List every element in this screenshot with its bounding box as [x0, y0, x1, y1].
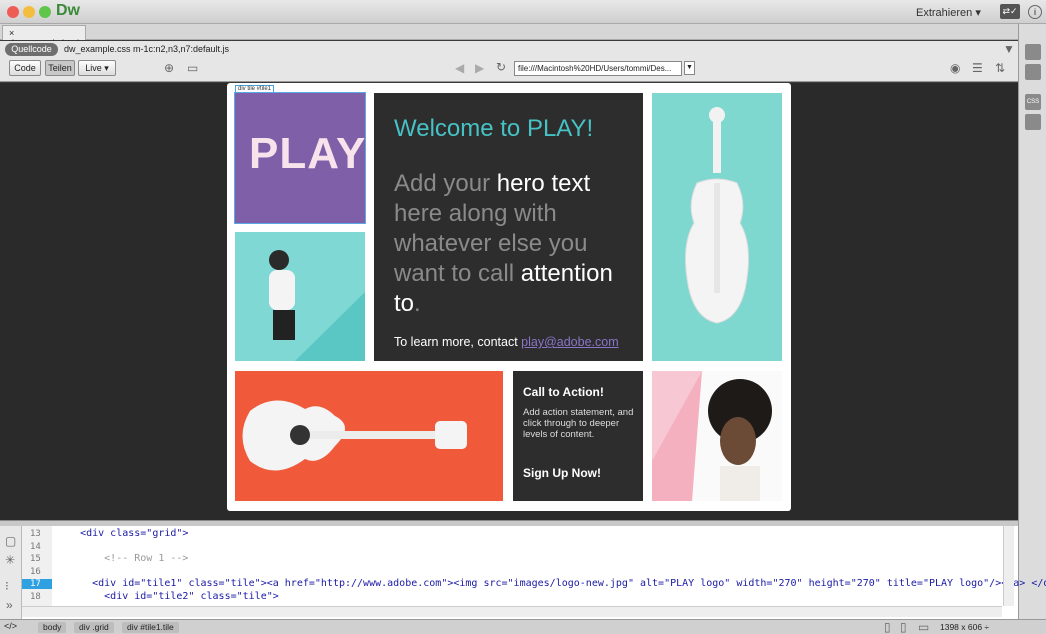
forward-icon[interactable]: ▶ — [475, 61, 484, 75]
workspace-switcher[interactable]: Extrahieren ▾ — [916, 6, 981, 19]
code-view-button[interactable]: Code — [9, 60, 41, 76]
view-options-icon[interactable]: ☰ — [972, 61, 983, 75]
status-bar: </> body div .grid div #tile1.tile ▯ ▯ ▭… — [0, 619, 1046, 634]
live-view-label: Live — [85, 63, 102, 73]
design-view: div tile #tile1 PLAY Welcome to PLAY! Ad… — [0, 83, 1018, 520]
guitar-image — [242, 400, 467, 471]
code-lines[interactable]: <div class="grid"> <!-- Row 1 --> <div i… — [0, 526, 1046, 606]
insert-panel-icon[interactable] — [1025, 44, 1041, 60]
hero-text: Add your hero text here along with whate… — [394, 169, 634, 319]
element-tag[interactable]: div tile #tile1 — [235, 85, 275, 93]
info-icon[interactable]: i — [1028, 5, 1042, 19]
play-logo-text: PLAY — [249, 129, 365, 178]
related-files-bar: Quellcode dw_example.css m-1c:n2,n3,n7:d… — [0, 41, 1018, 58]
right-panel-dock: CSS — [1018, 24, 1046, 619]
window-size[interactable]: 1398 x 606 ÷ — [940, 622, 989, 632]
refresh-icon[interactable]: ↻ — [496, 60, 506, 74]
man-image — [652, 371, 782, 501]
contact-prefix: To learn more, contact — [394, 335, 522, 349]
code-line[interactable]: <div class="grid"> — [56, 528, 188, 539]
split-view-button[interactable]: Teilen — [45, 60, 75, 76]
css-designer-icon[interactable]: CSS — [1025, 94, 1041, 110]
app-logo: Dw — [56, 2, 80, 19]
welcome-heading: Welcome to PLAY! — [394, 115, 594, 142]
tile-violin-image — [652, 93, 782, 361]
document-tab[interactable]: × dw_example.html — [2, 25, 86, 48]
sign-up-link[interactable]: Sign Up Now! — [523, 466, 601, 480]
mobile-size-icon[interactable]: ▯ — [884, 620, 891, 634]
close-tab-icon[interactable]: × — [9, 28, 14, 38]
tile-guitar-image — [235, 371, 503, 501]
related-file-js[interactable]: m-1c:n2,n3,n7:default.js — [133, 44, 229, 54]
code-token: <!-- Row 1 --> — [56, 553, 189, 564]
hero-segment: . — [414, 290, 421, 317]
inspect-icon[interactable]: ⊕ — [164, 61, 174, 75]
minimize-window-button[interactable] — [23, 6, 35, 18]
cta-heading: Call to Action! — [523, 385, 604, 399]
tablet-size-icon[interactable]: ▯ — [900, 620, 907, 634]
tile-call-to-action: Call to Action! Add action statement, an… — [513, 371, 643, 501]
code-line[interactable]: <div id="tile2" class="tile"> — [56, 591, 279, 602]
code-line[interactable]: <!-- Row 1 --> — [56, 553, 188, 564]
address-value: file:///Macintosh%20HD/Users/tommi/Des..… — [518, 64, 672, 73]
tag-selector-grid[interactable]: div .grid — [74, 622, 114, 633]
code-toggle-icon[interactable]: </> — [4, 621, 17, 631]
contact-line: To learn more, contact play@adobe.com — [394, 335, 619, 349]
tile-hero: Welcome to PLAY! Add your hero text here… — [374, 93, 643, 361]
sync-settings-icon[interactable]: ⇄✓ — [1000, 4, 1020, 19]
code-token: <div id="tile2" class="tile"> — [56, 590, 279, 602]
code-line[interactable]: <div id="tile1" class="tile"><a href="ht… — [56, 578, 1046, 589]
hero-segment: hero text — [496, 170, 591, 197]
title-bar: Dw Extrahieren ▾ ⇄✓ i — [0, 0, 1046, 24]
close-window-button[interactable] — [7, 6, 19, 18]
live-view-button[interactable]: Live ▾ — [78, 60, 116, 76]
tile-woman-image — [235, 232, 365, 361]
tag-selector-tile1[interactable]: div #tile1.tile — [122, 622, 179, 633]
cta-body: Add action statement, and click through … — [523, 407, 634, 440]
zoom-window-button[interactable] — [39, 6, 51, 18]
tile-play-logo[interactable]: PLAY — [234, 92, 366, 224]
back-icon[interactable]: ◀ — [455, 61, 464, 75]
contact-email-link[interactable]: play@adobe.com — [521, 335, 618, 349]
woman-image — [235, 232, 365, 361]
document-toolbar: Code Teilen Live ▾ ⊕ ▭ ◀ ▶ ↻ file:///Mac… — [0, 58, 1018, 82]
code-token: <div class="grid"> — [56, 528, 189, 539]
source-code-button[interactable]: Quellcode — [5, 43, 58, 56]
tile-man-image — [652, 371, 782, 501]
desktop-size-icon[interactable]: ▭ — [918, 620, 929, 634]
address-dropdown-icon[interactable]: ▼ — [684, 61, 695, 75]
violin-image — [685, 107, 749, 324]
sort-icon[interactable]: ⇅ — [995, 61, 1005, 75]
workspace-label: Extrahieren — [916, 7, 973, 19]
document-tab-bar: × dw_example.html — [0, 24, 1018, 48]
preview-browser-icon[interactable]: ◉ — [950, 61, 960, 75]
related-file-css[interactable]: dw_example.css — [64, 44, 131, 54]
assets-panel-icon[interactable] — [1025, 114, 1041, 130]
live-page: div tile #tile1 PLAY Welcome to PLAY! Ad… — [227, 83, 791, 511]
dom-panel-icon[interactable] — [1025, 64, 1041, 80]
code-token: <div id="tile1" class="tile"><a href="ht… — [56, 578, 1046, 589]
code-vertical-scrollbar[interactable] — [1003, 526, 1014, 606]
code-horizontal-scrollbar[interactable] — [22, 606, 1002, 617]
hero-segment: Add your — [394, 170, 497, 197]
filter-icon[interactable]: ▼ — [1003, 42, 1015, 56]
code-view[interactable]: ▢ ✳ ⁝ » 13 14 15 16 17 18 <div class="grid"> … — [0, 526, 1046, 619]
tag-selector-body[interactable]: body — [38, 622, 67, 633]
code-navigator-icon[interactable]: ▭ — [187, 61, 198, 75]
address-field[interactable]: file:///Macintosh%20HD/Users/tommi/Des..… — [514, 61, 682, 76]
